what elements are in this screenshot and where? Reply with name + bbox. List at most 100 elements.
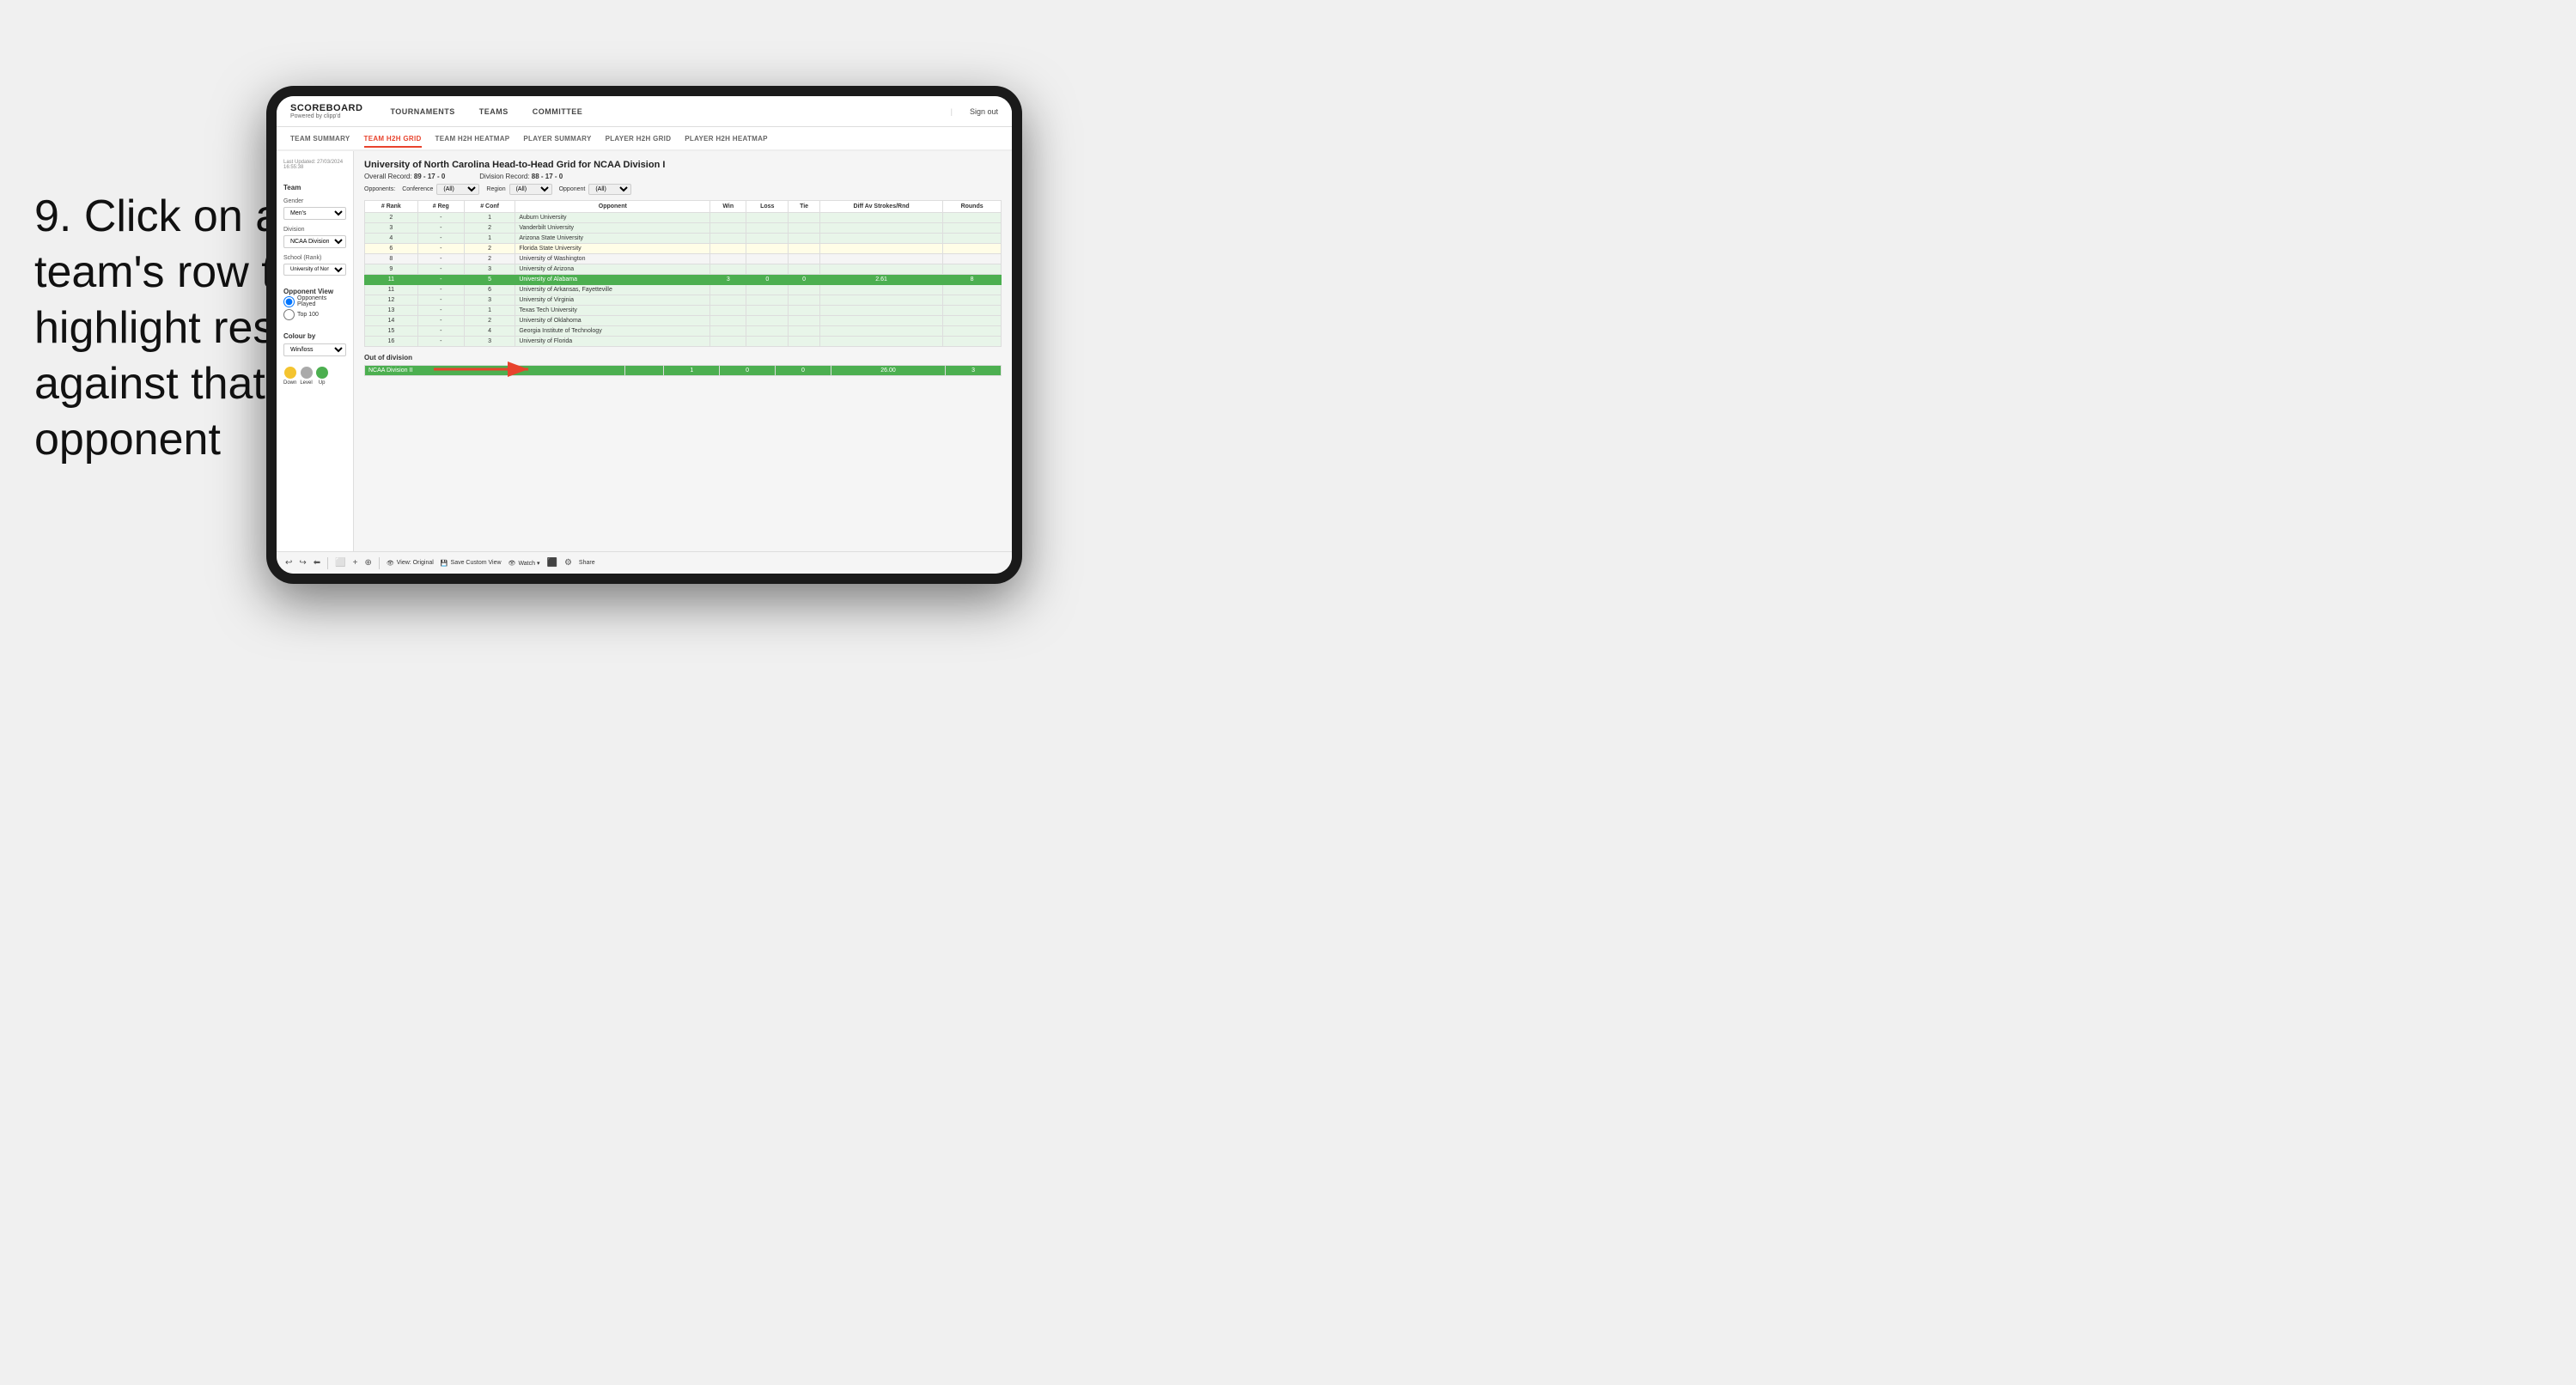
opponent-select[interactable]: (All) bbox=[588, 184, 631, 195]
save-custom-btn[interactable]: 💾 Save Custom View bbox=[441, 560, 502, 567]
table-row[interactable]: 11-6 University of Arkansas, Fayettevill… bbox=[365, 285, 1002, 295]
top-nav: SCOREBOARD Powered by clipp'd TOURNAMENT… bbox=[277, 96, 1012, 127]
colour-by-label: Colour by bbox=[283, 332, 346, 340]
nav-tournaments[interactable]: TOURNAMENTS bbox=[387, 106, 458, 118]
colour-by-select[interactable]: Win/loss bbox=[283, 343, 346, 356]
share-btn[interactable]: Share bbox=[579, 560, 595, 566]
overall-record: Overall Record: 89 - 17 - 0 bbox=[364, 173, 445, 180]
record-row: Overall Record: 89 - 17 - 0 Division Rec… bbox=[364, 173, 1002, 180]
step-number: 9. bbox=[34, 191, 71, 241]
out-of-division-row[interactable]: NCAA Division II 1 0 0 26.00 3 bbox=[365, 366, 1002, 376]
region-select[interactable]: (All) bbox=[509, 184, 552, 195]
legend: Down Level Up bbox=[283, 367, 346, 386]
toolbar-icon-5[interactable]: ⚙ bbox=[564, 558, 572, 568]
radio-top100[interactable]: Top 100 bbox=[283, 309, 346, 320]
team-label: Team bbox=[283, 184, 346, 191]
col-reg: # Reg bbox=[417, 201, 464, 213]
view-original-btn[interactable]: 👁 View: Original bbox=[387, 560, 434, 567]
school-control: School (Rank) University of Nort... bbox=[283, 255, 346, 276]
table-row[interactable]: 16-3 University of Florida bbox=[365, 337, 1002, 347]
logo-sub: Powered by clipp'd bbox=[290, 113, 362, 119]
table-row[interactable]: 8-2 University of Washington bbox=[365, 254, 1002, 264]
tablet-screen: SCOREBOARD Powered by clipp'd TOURNAMENT… bbox=[277, 96, 1012, 574]
table-row[interactable]: 15-4 Georgia Institute of Technology bbox=[365, 326, 1002, 337]
school-select[interactable]: University of Nort... bbox=[283, 264, 346, 276]
main-content: Last Updated: 27/03/2024 16:55:38 Team G… bbox=[277, 151, 1012, 551]
table-row[interactable]: 12-3 University of Virginia bbox=[365, 295, 1002, 306]
legend-dot-level bbox=[301, 367, 313, 379]
gender-control: Gender Men's bbox=[283, 198, 346, 220]
col-rounds: Rounds bbox=[943, 201, 1002, 213]
gender-label: Gender bbox=[283, 198, 346, 204]
opponent-label: Opponent bbox=[559, 186, 586, 192]
filter-row: Opponents: Conference (All) Region (All) bbox=[364, 184, 1002, 195]
grid-title: University of North Carolina Head-to-Hea… bbox=[364, 160, 1002, 170]
radio-opponents-played[interactable]: Opponents Played bbox=[283, 295, 346, 307]
tablet-device: SCOREBOARD Powered by clipp'd TOURNAMENT… bbox=[266, 86, 1022, 584]
opponents-filter-label: Opponents: bbox=[364, 186, 395, 192]
tab-player-h2h-heatmap[interactable]: PLAYER H2H HEATMAP bbox=[685, 131, 768, 148]
toolbar-icon-1[interactable]: ⬜ bbox=[335, 558, 345, 568]
col-loss: Loss bbox=[746, 201, 789, 213]
table-row[interactable]: 6-2 Florida State University bbox=[365, 244, 1002, 254]
table-row[interactable]: 4-1 Arizona State University bbox=[365, 234, 1002, 244]
legend-dot-down bbox=[284, 367, 296, 379]
col-conf: # Conf bbox=[464, 201, 515, 213]
table-row-highlighted[interactable]: 11 - 5 University of Alabama 3 0 0 2.61 … bbox=[365, 275, 1002, 285]
table-row[interactable]: 3-2 Vanderbilt University bbox=[365, 223, 1002, 234]
division-select[interactable]: NCAA Division I bbox=[283, 235, 346, 248]
bottom-toolbar: ↩ ↪ ⬅ ⬜ + ⊕ 👁 View: Original 💾 Save Cust… bbox=[277, 551, 1012, 574]
tab-player-h2h-grid[interactable]: PLAYER H2H GRID bbox=[606, 131, 672, 148]
tab-team-h2h-grid[interactable]: TEAM H2H GRID bbox=[364, 131, 422, 148]
logo-area: SCOREBOARD Powered by clipp'd bbox=[290, 103, 362, 119]
out-of-division-table: NCAA Division II 1 0 0 26.00 3 bbox=[364, 365, 1002, 376]
legend-label-up: Up bbox=[319, 380, 326, 386]
division-control: Division NCAA Division I bbox=[283, 227, 346, 248]
col-tie: Tie bbox=[789, 201, 820, 213]
table-row[interactable]: 13-1 Texas Tech University bbox=[365, 306, 1002, 316]
data-table: # Rank # Reg # Conf Opponent Win Loss Ti… bbox=[364, 200, 1002, 347]
nav-teams[interactable]: TEAMS bbox=[476, 106, 512, 118]
tab-team-summary[interactable]: TEAM SUMMARY bbox=[290, 131, 350, 148]
toolbar-icon-4[interactable]: ⬛ bbox=[546, 558, 557, 568]
nav-committee[interactable]: COMMITTEE bbox=[529, 106, 587, 118]
division-record: Division Record: 88 - 17 - 0 bbox=[479, 173, 563, 180]
table-row[interactable]: 2-1 Auburn University bbox=[365, 213, 1002, 223]
legend-label-level: Level bbox=[300, 380, 312, 386]
region-filter: Region (All) bbox=[486, 184, 551, 195]
radio-group: Opponents Played Top 100 bbox=[283, 295, 346, 320]
tab-player-summary[interactable]: PLAYER SUMMARY bbox=[523, 131, 591, 148]
undo-btn[interactable]: ↩ bbox=[285, 558, 292, 568]
tab-team-h2h-heatmap[interactable]: TEAM H2H HEATMAP bbox=[435, 131, 510, 148]
sign-out-link[interactable]: Sign out bbox=[970, 107, 998, 116]
conference-select[interactable]: (All) bbox=[436, 184, 479, 195]
out-of-division-header: Out of division bbox=[364, 354, 1002, 361]
watch-btn[interactable]: 👁 Watch ▾ bbox=[509, 560, 540, 567]
table-row[interactable]: 9-3 University of Arizona bbox=[365, 264, 1002, 275]
opponent-filter: Opponent (All) bbox=[559, 184, 632, 195]
sidebar: Last Updated: 27/03/2024 16:55:38 Team G… bbox=[277, 151, 354, 551]
redo-btn[interactable]: ↪ bbox=[299, 558, 306, 568]
school-label: School (Rank) bbox=[283, 255, 346, 261]
col-opponent: Opponent bbox=[515, 201, 710, 213]
conference-label: Conference bbox=[402, 186, 433, 192]
timestamp: Last Updated: 27/03/2024 16:55:38 bbox=[283, 160, 346, 170]
sub-nav: TEAM SUMMARY TEAM H2H GRID TEAM H2H HEAT… bbox=[277, 127, 1012, 151]
table-row[interactable]: 14-2 University of Oklahoma bbox=[365, 316, 1002, 326]
col-win: Win bbox=[710, 201, 746, 213]
col-rank: # Rank bbox=[365, 201, 418, 213]
toolbar-icon-2[interactable]: + bbox=[353, 558, 358, 568]
table-area: University of North Carolina Head-to-Hea… bbox=[354, 151, 1012, 551]
toolbar-icon-3[interactable]: ⊕ bbox=[364, 558, 371, 568]
legend-dot-up bbox=[316, 367, 328, 379]
table-header-row: # Rank # Reg # Conf Opponent Win Loss Ti… bbox=[365, 201, 1002, 213]
col-diff: Diff Av Strokes/Rnd bbox=[819, 201, 942, 213]
gender-select[interactable]: Men's bbox=[283, 207, 346, 220]
logo-scoreboard: SCOREBOARD bbox=[290, 103, 362, 113]
conference-filter: Conference (All) bbox=[402, 184, 479, 195]
legend-label-down: Down bbox=[283, 380, 296, 386]
division-label: Division bbox=[283, 227, 346, 233]
back-btn[interactable]: ⬅ bbox=[314, 558, 320, 568]
opponent-view-label: Opponent View bbox=[283, 288, 346, 295]
region-label: Region bbox=[486, 186, 505, 192]
